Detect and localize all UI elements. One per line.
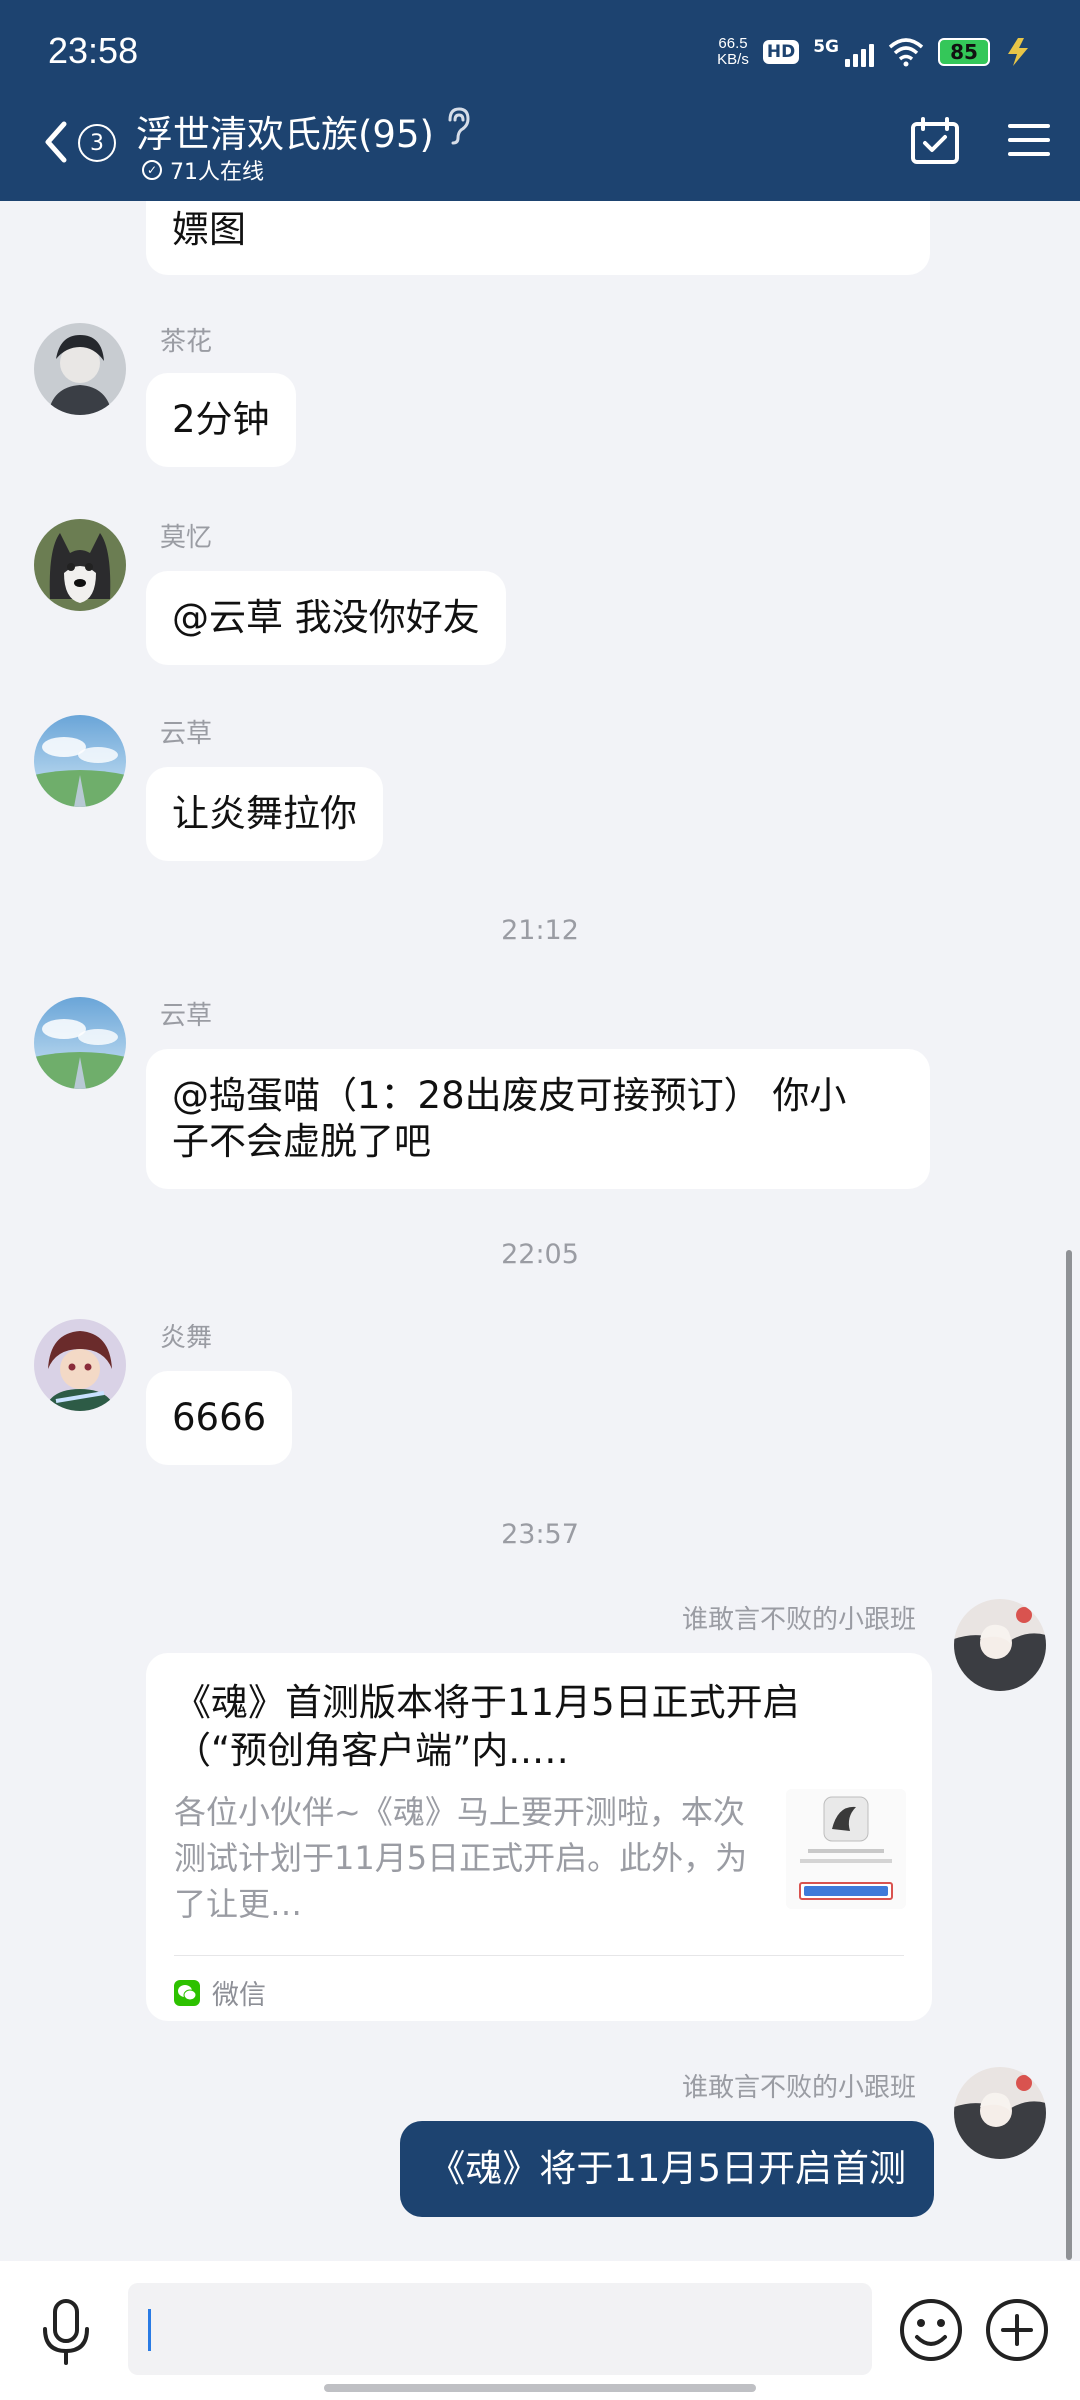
message-input[interactable] xyxy=(128,2283,872,2375)
avatar[interactable] xyxy=(954,2067,1046,2159)
group-title[interactable]: 浮世清欢氏族(95) xyxy=(136,104,434,158)
avatar[interactable] xyxy=(34,323,126,415)
wechat-icon xyxy=(174,1979,200,2006)
sender-name: 云草 xyxy=(160,719,213,749)
scrollbar[interactable] xyxy=(1066,1250,1072,2260)
message-bubble[interactable]: 嫖图 xyxy=(146,201,930,275)
card-source: 微信 xyxy=(174,1973,266,2012)
sender-name: 谁敢言不败的小跟班 xyxy=(681,2073,916,2103)
battery-icon: 85 xyxy=(938,38,990,66)
message-bubble[interactable]: @云草 我没你好友 xyxy=(146,571,506,665)
avatar[interactable] xyxy=(34,997,126,1089)
charging-icon xyxy=(1008,38,1028,66)
wifi-icon xyxy=(888,38,924,67)
status-icons: 66.5 KB/s HD 5G 85 xyxy=(717,28,1032,76)
chat-area[interactable]: 嫖图 茶花 2分钟 莫忆 @云草 我没你好友 云草 让炎舞拉你 21:12 云草… xyxy=(0,201,1080,2261)
home-indicator[interactable] xyxy=(324,2384,756,2392)
text-caret xyxy=(148,2309,151,2351)
card-divider xyxy=(174,1955,904,1956)
avatar[interactable] xyxy=(34,715,126,807)
message-bubble[interactable]: @捣蛋喵（1：28出废皮可接预订） 你小 子不会虚脱了吧 xyxy=(146,1049,930,1189)
plus-icon[interactable] xyxy=(984,2297,1050,2363)
avatar[interactable] xyxy=(954,1599,1046,1691)
signal-icon: 5G xyxy=(813,37,874,67)
timestamp-separator: 23:57 xyxy=(501,1519,579,1550)
card-title: 《魂》首测版本将于11月5日正式开启 （“预创角客户端”内..… xyxy=(174,1681,800,1772)
sender-name: 莫忆 xyxy=(160,523,213,553)
input-bar xyxy=(0,2261,1080,2400)
message-bubble[interactable]: 2分钟 xyxy=(146,373,296,467)
sender-name: 茶花 xyxy=(160,327,213,357)
self-message-bubble[interactable]: 《魂》将于11月5日开启首测 xyxy=(400,2121,934,2217)
message-bubble[interactable]: 让炎舞拉你 xyxy=(146,767,383,861)
microphone-icon[interactable] xyxy=(38,2297,94,2367)
timestamp-separator: 21:12 xyxy=(501,915,579,946)
card-description: 各位小伙伴~《魂》马上要开测啦，本次 测试计划于11月5日正式开启。此外，为 了… xyxy=(174,1793,748,1923)
timestamp-separator: 22:05 xyxy=(501,1239,579,1270)
emoji-icon[interactable] xyxy=(898,2297,964,2363)
network-speed: 66.5 KB/s xyxy=(717,35,749,68)
menu-icon[interactable] xyxy=(1008,122,1050,158)
avatar[interactable] xyxy=(34,1319,126,1411)
back-arrow-icon[interactable] xyxy=(38,118,78,166)
card-thumbnail xyxy=(786,1789,906,1909)
sender-name: 云草 xyxy=(160,1001,213,1031)
calendar-check-icon[interactable] xyxy=(910,116,960,166)
message-bubble[interactable]: 6666 xyxy=(146,1371,293,1465)
ear-icon[interactable] xyxy=(444,106,472,146)
hd-icon: HD xyxy=(762,40,800,64)
online-status: ✓ 71人在线 xyxy=(142,154,264,186)
sender-name: 谁敢言不败的小跟班 xyxy=(681,1605,916,1635)
avatar[interactable] xyxy=(34,519,126,611)
sender-name: 炎舞 xyxy=(160,1323,213,1353)
shared-article-card[interactable]: 《魂》首测版本将于11月5日正式开启 （“预创角客户端”内..… 各位小伙伴~《… xyxy=(146,1653,932,2021)
unread-count-badge[interactable]: 3 xyxy=(78,124,116,162)
top-bar: 23:58 66.5 KB/s HD 5G 85 3 浮世清欢氏族(95) ✓ … xyxy=(0,0,1080,201)
status-time: 23:58 xyxy=(48,30,139,71)
check-circle-icon: ✓ xyxy=(142,160,162,180)
